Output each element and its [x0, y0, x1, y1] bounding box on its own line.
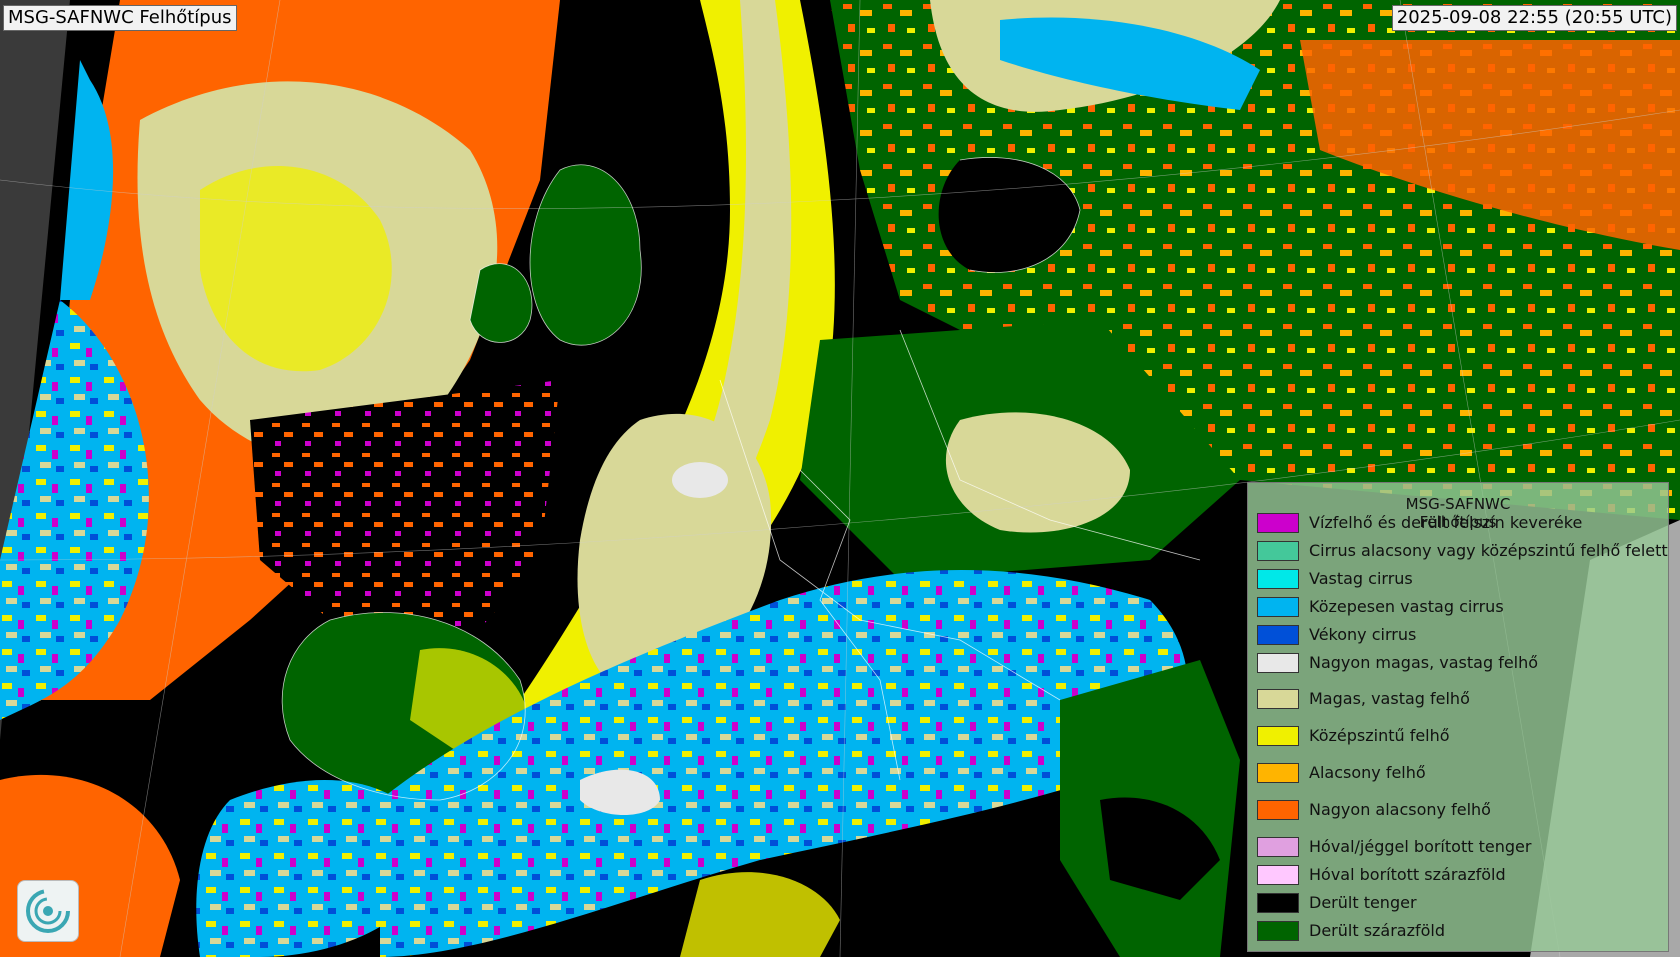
- legend-label: Derült szárazföld: [1309, 921, 1446, 940]
- legend-swatch: [1257, 625, 1299, 645]
- legend-item: Vastag cirrus: [1257, 569, 1662, 589]
- cloud-type-legend: MSG-SAFNWC Felhőtípus Vízfelhő és derült…: [1247, 482, 1669, 952]
- legend-swatch: [1257, 653, 1299, 673]
- legend-label: Vékony cirrus: [1309, 625, 1417, 644]
- map-title-text: MSG-SAFNWC Felhőtípus: [8, 7, 232, 28]
- legend-item: Derült szárazföld: [1257, 921, 1662, 941]
- legend-label: Vastag cirrus: [1309, 569, 1413, 588]
- legend-item: Hóval/jéggel borított tenger: [1257, 837, 1662, 857]
- legend-item: Vízfelhő és derült felszín keveréke: [1257, 513, 1662, 533]
- legend-swatch: [1257, 569, 1299, 589]
- legend-item: Közepesen vastag cirrus: [1257, 597, 1662, 617]
- legend-item: Nagyon alacsony felhő: [1257, 800, 1662, 820]
- legend-swatch: [1257, 763, 1299, 783]
- legend-label: Derült tenger: [1309, 893, 1417, 912]
- legend-label: Közepesen vastag cirrus: [1309, 597, 1504, 616]
- legend-item: Cirrus alacsony vagy középszintű felhő f…: [1257, 541, 1668, 561]
- legend-item: Derült tenger: [1257, 893, 1662, 913]
- legend-swatch: [1257, 893, 1299, 913]
- legend-label: Középszintű felhő: [1309, 726, 1450, 745]
- legend-label: Nagyon magas, vastag felhő: [1309, 653, 1539, 672]
- legend-swatch: [1257, 800, 1299, 820]
- legend-label: Alacsony felhő: [1309, 763, 1426, 782]
- timestamp-text: 2025-09-08 22:55 (20:55 UTC): [1396, 7, 1672, 28]
- legend-swatch: [1257, 921, 1299, 941]
- legend-label: Vízfelhő és derült felszín keveréke: [1309, 513, 1583, 532]
- france-very-high-cloud: [672, 462, 728, 498]
- legend-item: Nagyon magas, vastag felhő: [1257, 653, 1662, 673]
- legend-swatch: [1257, 689, 1299, 709]
- swirl-logo-icon: [17, 880, 79, 942]
- legend-label: Hóval borított szárazföld: [1309, 865, 1506, 884]
- legend-item: Alacsony felhő: [1257, 763, 1662, 783]
- timestamp-label: 2025-09-08 22:55 (20:55 UTC): [1391, 5, 1677, 31]
- legend-swatch: [1257, 865, 1299, 885]
- legend-swatch: [1257, 513, 1299, 533]
- legend-item: Középszintű felhő: [1257, 726, 1662, 746]
- legend-label: Hóval/jéggel borított tenger: [1309, 837, 1532, 856]
- legend-swatch: [1257, 597, 1299, 617]
- legend-swatch: [1257, 541, 1299, 561]
- map-title: MSG-SAFNWC Felhőtípus: [3, 5, 237, 31]
- legend-swatch: [1257, 726, 1299, 746]
- legend-item: Magas, vastag felhő: [1257, 689, 1662, 709]
- legend-swatch: [1257, 837, 1299, 857]
- legend-label: Magas, vastag felhő: [1309, 689, 1470, 708]
- logo-swirl-graphic: [26, 889, 70, 933]
- cloud-type-map-view: MSG-SAFNWC Felhőtípus 2025-09-08 22:55 (…: [0, 0, 1680, 957]
- legend-label: Nagyon alacsony felhő: [1309, 800, 1491, 819]
- legend-label: Cirrus alacsony vagy középszintű felhő f…: [1309, 541, 1668, 560]
- legend-item: Vékony cirrus: [1257, 625, 1662, 645]
- legend-title: MSG-SAFNWC: [1405, 495, 1511, 513]
- legend-item: Hóval borított szárazföld: [1257, 865, 1662, 885]
